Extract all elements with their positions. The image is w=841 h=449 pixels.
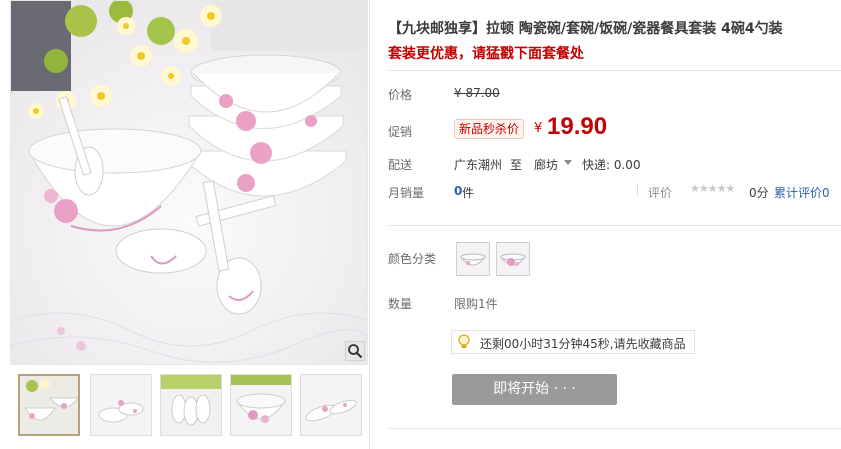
product-subtitle: 套装更优惠，请猛戳下面套餐处	[388, 46, 584, 62]
thumbnail-1[interactable]	[18, 374, 80, 436]
product-gallery	[0, 0, 370, 449]
thumbnail-image	[91, 375, 151, 435]
thumbnail-image	[20, 376, 78, 434]
color-option-1[interactable]	[456, 242, 490, 276]
shipping-destination-select[interactable]: 廊坊	[534, 156, 558, 173]
divider	[388, 428, 841, 429]
shipping-separator: 至	[510, 158, 523, 172]
rating-stars-icon: ★★★★★	[690, 182, 735, 195]
product-title: 【九块邮独享】拉顿 陶瓷碗/套碗/饭碗/瓷器餐具套装 4碗4勺装	[388, 21, 783, 37]
bowl-swatch-image	[497, 243, 529, 275]
cumulative-reviews-link[interactable]: 累计评价0	[774, 184, 830, 201]
thumbnail-2[interactable]	[90, 374, 152, 436]
thumbnail-3[interactable]	[160, 374, 222, 436]
thumbnail-5[interactable]	[300, 374, 362, 436]
countdown-text: 还剩00小时31分钟45秒,请先收藏商品	[480, 337, 686, 351]
product-info: 【九块邮独享】拉顿 陶瓷碗/套碗/饭碗/瓷器餐具套装 4碗4勺装 套装更优惠，请…	[388, 0, 841, 449]
thumbnail-4[interactable]	[230, 374, 292, 436]
thumbnail-strip	[18, 374, 368, 440]
monthly-sales-unit: 件	[462, 186, 475, 200]
rating-score: 0分	[749, 186, 769, 200]
thumbnail-image	[231, 375, 291, 435]
divider	[637, 183, 638, 197]
promo-currency: ¥	[534, 121, 543, 136]
magnifier-icon	[348, 344, 363, 359]
review-label: 评价	[648, 186, 673, 200]
thumbnail-image	[161, 375, 221, 435]
zoom-button[interactable]	[345, 341, 365, 361]
lightbulb-icon	[458, 334, 470, 348]
shipping-label: 配送	[388, 158, 413, 172]
caret-down-icon[interactable]	[564, 160, 572, 165]
quantity-limit: 限购1件	[454, 297, 498, 311]
shipping-fee: 快递: 0.00	[582, 158, 641, 172]
original-price: ¥ 87.00	[454, 86, 500, 100]
countdown-notice: 还剩00小时31分钟45秒,请先收藏商品	[451, 330, 695, 354]
quantity-label: 数量	[388, 297, 413, 311]
divider	[388, 70, 841, 71]
thumbnail-image	[301, 375, 361, 435]
color-option-2[interactable]	[496, 242, 530, 276]
bowl-swatch-image	[457, 243, 489, 275]
color-category-label: 颜色分类	[388, 252, 437, 266]
promo-price: 19.90	[547, 113, 608, 140]
coming-soon-button[interactable]: 即将开始 · · ·	[452, 374, 617, 405]
price-label: 价格	[388, 88, 413, 102]
monthly-sales-label: 月销量	[388, 186, 425, 200]
bowl-set-photo	[11, 1, 367, 364]
promo-label: 促销	[388, 125, 413, 139]
promo-badge: 新品秒杀价	[454, 119, 525, 139]
main-product-image[interactable]	[10, 0, 368, 365]
shipping-origin: 广东潮州	[454, 158, 503, 172]
divider	[388, 225, 841, 226]
